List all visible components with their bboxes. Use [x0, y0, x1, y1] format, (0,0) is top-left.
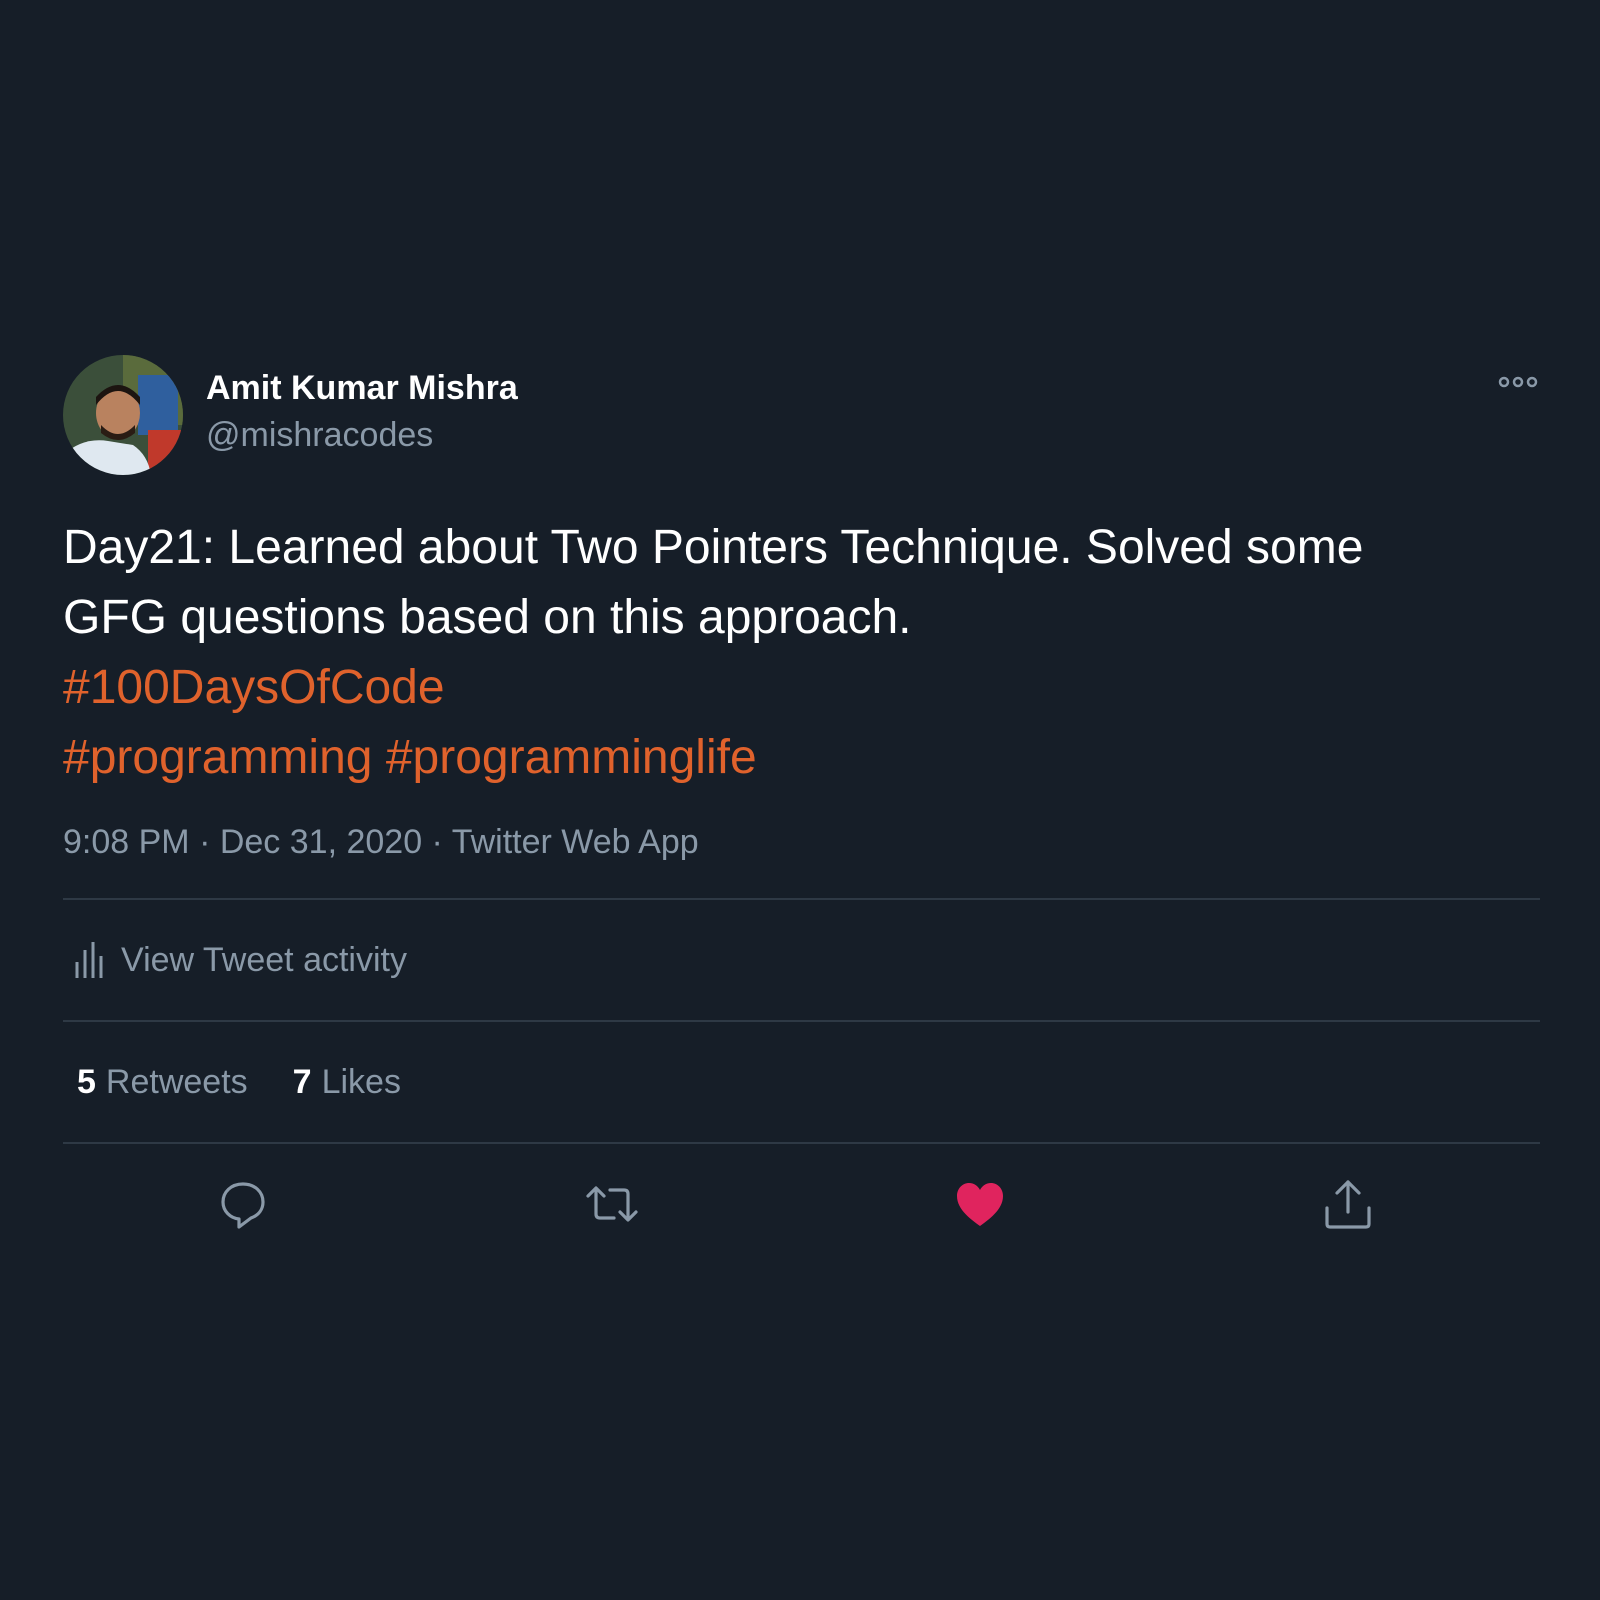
hashtag-link[interactable]: #programming — [63, 731, 372, 784]
hashtag-link[interactable]: #100DaysOfCode — [63, 661, 445, 714]
like-button[interactable] — [952, 1176, 1008, 1232]
reply-icon — [221, 1182, 265, 1229]
tweet-text-line: #100DaysOfCode — [63, 653, 1540, 723]
retweets-count: 5 — [77, 1062, 96, 1101]
likes-count: 7 — [292, 1062, 312, 1101]
retweets-label: Retweets — [105, 1062, 248, 1101]
tweet-card: Amit Kumar Mishra @mishracodes Day21: Le… — [63, 355, 1540, 1264]
analytics-icon — [75, 942, 103, 978]
tweet-source[interactable]: Twitter Web App — [452, 823, 699, 861]
tweet-meta: 9:08 PM · Dec 31, 2020 · Twitter Web App — [63, 819, 1540, 865]
user-handle[interactable]: @mishracodes — [206, 415, 433, 455]
tweet-actions — [63, 1144, 1540, 1264]
hashtag-link[interactable]: #programminglife — [386, 731, 757, 784]
retweet-icon — [586, 1186, 638, 1222]
likes-label: Likes — [321, 1062, 401, 1101]
user-display-name[interactable]: Amit Kumar Mishra — [206, 368, 518, 408]
tweet-text-line: #programming #programminglife — [63, 723, 1540, 793]
view-tweet-activity-button[interactable]: View Tweet activity — [63, 900, 1540, 1020]
retweet-button[interactable] — [584, 1176, 640, 1232]
tweet-header: Amit Kumar Mishra @mishracodes — [63, 355, 1540, 475]
avatar[interactable] — [63, 355, 183, 475]
meta-separator: · — [189, 823, 220, 861]
tweet-text-line: GFG questions based on this approach. — [63, 583, 1540, 653]
tweet-text-segment: Day21: Learned about Two Pointers Techni… — [63, 521, 1364, 574]
meta-separator: · — [422, 823, 452, 861]
tweet-text: Day21: Learned about Two Pointers Techni… — [63, 513, 1540, 793]
tweet-text-line: Day21: Learned about Two Pointers Techni… — [63, 513, 1540, 583]
tweet-stats: 5 Retweets 7 Likes — [63, 1022, 1540, 1142]
share-icon — [1325, 1180, 1371, 1229]
share-button[interactable] — [1320, 1176, 1376, 1232]
tweet-time[interactable]: 9:08 PM — [63, 823, 190, 861]
likes-stat[interactable]: 7 Likes — [293, 1063, 401, 1102]
tweet-text-segment — [372, 731, 385, 784]
retweets-stat[interactable]: 5 Retweets — [77, 1063, 248, 1102]
more-options-icon[interactable] — [1496, 370, 1540, 394]
tweet-text-segment: GFG questions based on this approach. — [63, 591, 912, 644]
reply-button[interactable] — [215, 1176, 271, 1232]
view-tweet-activity-label: View Tweet activity — [121, 940, 407, 979]
tweet-date[interactable]: Dec 31, 2020 — [220, 823, 422, 861]
like-icon — [957, 1183, 1003, 1226]
